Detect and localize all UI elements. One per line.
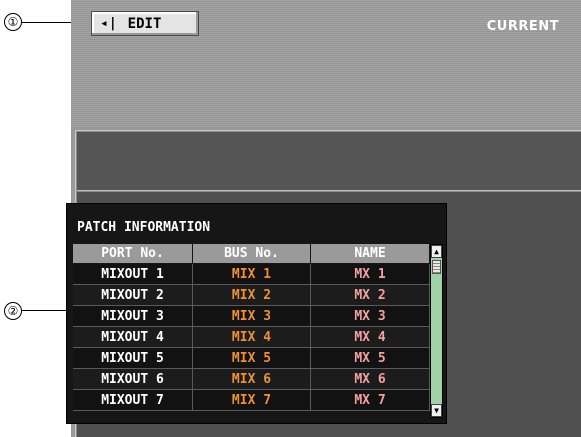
- table-header: PORT No. BUS No. NAME: [73, 244, 430, 263]
- column-header-bus: BUS No.: [193, 244, 311, 263]
- bus-cell: MIX 6: [193, 369, 311, 389]
- name-cell: MX 4: [311, 327, 430, 347]
- column-header-name: NAME: [311, 244, 430, 263]
- name-cell: MX 6: [311, 369, 430, 389]
- back-to-edit-icon: ◂|: [100, 16, 118, 31]
- name-cell: MX 3: [311, 306, 430, 326]
- header-area: ◂| EDIT CURRENT: [71, 0, 581, 128]
- name-cell: MX 5: [311, 348, 430, 368]
- current-label: CURRENT: [486, 19, 559, 34]
- port-cell: MIXOUT 3: [73, 306, 193, 326]
- table-row: MIXOUT 6 MIX 6 MX 6: [73, 369, 430, 390]
- patch-information-title: PATCH INFORMATION: [77, 220, 211, 235]
- bus-cell: MIX 3: [193, 306, 311, 326]
- table-row: MIXOUT 5 MIX 5 MX 5: [73, 348, 430, 369]
- bus-cell: MIX 5: [193, 348, 311, 368]
- callout-2: ②: [4, 302, 22, 320]
- port-cell: MIXOUT 4: [73, 327, 193, 347]
- port-cell: MIXOUT 1: [73, 264, 193, 284]
- bus-cell: MIX 4: [193, 327, 311, 347]
- name-cell: MX 7: [311, 390, 430, 410]
- scroll-thumb[interactable]: [432, 260, 441, 274]
- table-row: MIXOUT 1 MIX 1 MX 1: [73, 264, 430, 285]
- table-row: MIXOUT 2 MIX 2 MX 2: [73, 285, 430, 306]
- scroll-up-icon[interactable]: ▲: [431, 245, 442, 258]
- table-row: MIXOUT 7 MIX 7 MX 7: [73, 390, 430, 411]
- port-cell: MIXOUT 5: [73, 348, 193, 368]
- table-scrollbar[interactable]: ▲ ▼: [430, 244, 443, 418]
- table-body: MIXOUT 1 MIX 1 MX 1 MIXOUT 2 MIX 2 MX 2 …: [73, 264, 430, 411]
- table-row: MIXOUT 3 MIX 3 MX 3: [73, 306, 430, 327]
- bus-cell: MIX 1: [193, 264, 311, 284]
- edit-button[interactable]: ◂| EDIT: [91, 11, 199, 36]
- table-row: MIXOUT 4 MIX 4 MX 4: [73, 327, 430, 348]
- patch-information-panel: PATCH INFORMATION PORT No. BUS No. NAME …: [66, 203, 447, 424]
- port-cell: MIXOUT 6: [73, 369, 193, 389]
- port-cell: MIXOUT 2: [73, 285, 193, 305]
- bus-cell: MIX 2: [193, 285, 311, 305]
- name-cell: MX 1: [311, 264, 430, 284]
- edit-button-label: EDIT: [127, 15, 162, 32]
- port-cell: MIXOUT 7: [73, 390, 193, 410]
- column-header-port: PORT No.: [73, 244, 193, 263]
- bus-cell: MIX 7: [193, 390, 311, 410]
- info-strip: [77, 132, 581, 191]
- name-cell: MX 2: [311, 285, 430, 305]
- callout-1: ①: [4, 13, 22, 31]
- scroll-down-icon[interactable]: ▼: [431, 404, 442, 417]
